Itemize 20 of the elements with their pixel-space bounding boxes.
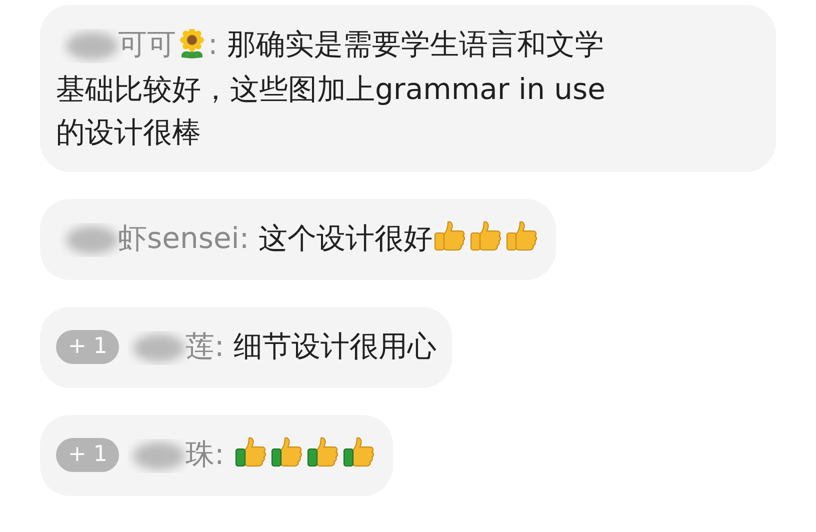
thumbs-up-icon	[270, 435, 304, 470]
user-name: 珠:	[185, 437, 224, 472]
comment-text: 的设计很棒	[56, 114, 201, 152]
thumbs-up-icon	[505, 219, 540, 254]
comment-text: 细节设计很用心	[233, 329, 436, 364]
comment-text: 这个设计很好	[258, 221, 432, 256]
thumbs-up-icon	[234, 435, 268, 470]
plus-one-badge: + 1	[56, 330, 120, 364]
comment-text: 那确实是需要学生语言和文学	[227, 27, 604, 61]
thumbs-up-icon	[469, 219, 504, 254]
thumbs-up-icon	[433, 219, 468, 254]
thumbs-up-icon	[306, 435, 340, 470]
thumbs-up-icon	[342, 435, 376, 470]
sunflower-icon	[178, 29, 206, 59]
comment-text: 基础比较好，这些图加上grammar in use	[56, 71, 606, 108]
user-name: :	[208, 27, 218, 61]
user-name: 虾sensei:	[118, 221, 250, 256]
user-name: 可可	[118, 27, 176, 61]
plus-one-badge: + 1	[56, 438, 120, 472]
user-name: 莲:	[185, 329, 224, 364]
